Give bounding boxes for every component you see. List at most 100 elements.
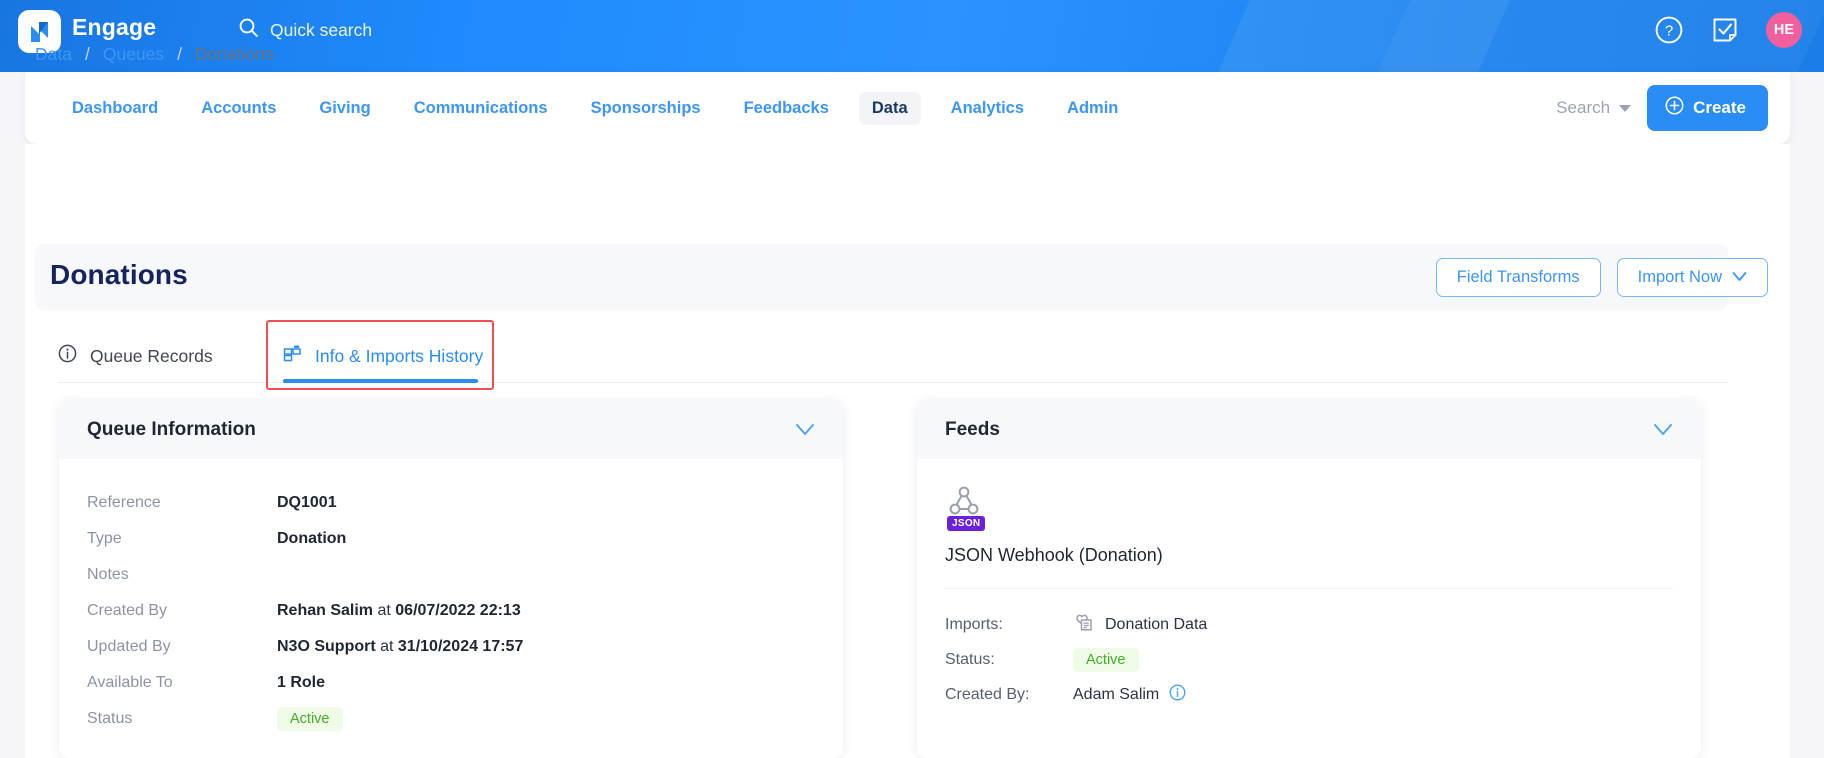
row-key: Available To (87, 674, 173, 691)
avatar[interactable]: HE (1766, 12, 1802, 48)
row-actor: N3O Support (277, 638, 376, 655)
row-actor: Rehan Salim (277, 602, 374, 619)
field-transforms-label: Field Transforms (1456, 268, 1580, 286)
tab-info-imports-history-label: Info & Imports History (315, 345, 484, 366)
queue-information-list: Reference DQ1001 Type Donation Notes Cre… (59, 459, 843, 737)
feed-name[interactable]: JSON Webhook (Donation) (945, 545, 1673, 566)
nav-right-group: Search Create (1556, 72, 1768, 144)
row-value: DQ1001 (277, 494, 337, 511)
quick-search-label: Quick search (270, 19, 373, 40)
layout-grid-icon (283, 344, 302, 368)
active-tab-underline (283, 379, 478, 383)
nav-links: Dashboard Accounts Giving Communications… (59, 72, 1148, 144)
status-badge: Active (277, 707, 343, 731)
feeds-title: Feeds (945, 418, 1000, 440)
tab-info-imports-history[interactable]: Info & Imports History (283, 330, 483, 382)
plus-circle-icon (1665, 96, 1684, 120)
tab-queue-records[interactable]: Queue Records (58, 330, 213, 382)
row-timestamp: 31/10/2024 17:57 (397, 638, 524, 655)
imports-value: Donation Data (1105, 615, 1208, 633)
queue-information-header: Queue Information (59, 400, 843, 459)
row-value: Donation Data (1073, 611, 1207, 638)
queue-info-row-notes: Notes (59, 557, 843, 593)
row-value: N3O Support at 31/10/2024 17:57 (277, 638, 523, 656)
tab-queue-records-label: Queue Records (90, 345, 213, 366)
nav-item-analytics[interactable]: Analytics (938, 92, 1037, 125)
create-button-label: Create (1693, 98, 1746, 117)
feeds-header: Feeds (917, 400, 1701, 459)
queue-info-row-status: Status Active (59, 701, 843, 737)
field-transforms-button[interactable]: Field Transforms (1435, 258, 1601, 297)
queue-information-card: Queue Information Reference DQ1001 Type … (59, 400, 843, 758)
row-key: Reference (87, 494, 161, 511)
nav-item-accounts[interactable]: Accounts (188, 92, 289, 125)
row-key: Updated By (87, 638, 171, 655)
feed-detail-list: Imports: Donation Data Status: Active Cr… (945, 589, 1673, 712)
help-circle-icon[interactable]: ? (1654, 15, 1684, 45)
row-key: Created By: (945, 685, 1030, 703)
row-key: Notes (87, 566, 129, 583)
feed-row-created-by: Created By: Adam Salim (945, 677, 1673, 712)
queue-info-row-updated-by: Updated By N3O Support at 31/10/2024 17:… (59, 629, 843, 665)
nav-item-data[interactable]: Data (858, 91, 921, 125)
row-value: Adam Salim (1073, 683, 1186, 706)
queue-info-row-type: Type Donation (59, 521, 843, 557)
row-key: Imports: (945, 615, 1003, 633)
info-circle-icon (58, 344, 77, 368)
page-action-group: Field Transforms Import Now (1435, 258, 1768, 297)
info-circle-icon[interactable] (1169, 683, 1186, 706)
row-connector: at (373, 602, 396, 619)
main-nav-bar: Dashboard Accounts Giving Communications… (25, 72, 1790, 144)
row-key: Status (87, 710, 133, 727)
nav-item-sponsorships[interactable]: Sponsorships (578, 92, 714, 125)
status-badge: Active (1073, 647, 1139, 672)
breadcrumb-separator: / (177, 44, 183, 64)
feeds-body: JSON JSON Webhook (Donation) Imports: Do… (917, 459, 1701, 712)
nav-item-dashboard[interactable]: Dashboard (59, 92, 171, 125)
breadcrumb-item-queues[interactable]: Queues (103, 44, 164, 65)
feeds-card: Feeds JSON JSON Webhook (Donation) Impor… (917, 400, 1701, 758)
breadcrumb-separator: / (84, 44, 90, 64)
content-tabs: Queue Records Info & Imports History (35, 320, 1728, 390)
search-icon (238, 17, 259, 43)
queue-info-row-reference: Reference DQ1001 (59, 485, 843, 521)
nav-search-dropdown[interactable]: Search (1556, 98, 1632, 118)
chevron-down-icon (1619, 104, 1632, 112)
created-by-value: Adam Salim (1073, 685, 1160, 703)
breadcrumb-item-donations: Donations (195, 44, 274, 64)
nav-item-feedbacks[interactable]: Feedbacks (731, 92, 842, 125)
nav-item-giving[interactable]: Giving (306, 92, 383, 125)
row-key: Status: (945, 650, 995, 668)
donation-data-icon (1073, 611, 1095, 638)
json-badge: JSON (947, 516, 986, 531)
nav-search-label: Search (1556, 98, 1611, 117)
breadcrumb: Data / Queues / Donations (35, 44, 274, 65)
brand-name: Engage (72, 14, 157, 40)
row-value: Rehan Salim at 06/07/2022 22:13 (277, 602, 521, 620)
chevron-down-icon[interactable] (795, 423, 815, 436)
queue-info-row-available-to: Available To 1 Role (59, 665, 843, 701)
quick-search[interactable]: Quick search (238, 17, 372, 43)
row-connector: at (375, 638, 398, 655)
row-key: Type (87, 530, 122, 547)
import-now-label: Import Now (1637, 268, 1722, 286)
feed-row-imports: Imports: Donation Data (945, 607, 1673, 642)
nav-item-admin[interactable]: Admin (1054, 92, 1131, 125)
row-timestamp: 06/07/2022 22:13 (395, 602, 521, 619)
chevron-down-icon[interactable] (1653, 423, 1673, 436)
svg-text:?: ? (1665, 23, 1673, 40)
feed-row-status: Status: Active (945, 642, 1673, 677)
queue-info-row-created-by: Created By Rehan Salim at 06/07/2022 22:… (59, 593, 843, 629)
row-value: Donation (277, 530, 347, 547)
chevron-down-icon (1732, 268, 1747, 287)
task-note-icon[interactable] (1710, 15, 1740, 45)
import-now-button[interactable]: Import Now (1616, 258, 1768, 297)
queue-information-title: Queue Information (87, 418, 256, 440)
header-icon-group: ? HE (1654, 12, 1802, 48)
nav-item-communications[interactable]: Communications (401, 92, 561, 125)
breadcrumb-item-data[interactable]: Data (35, 44, 72, 65)
create-button[interactable]: Create (1647, 85, 1768, 131)
row-key: Created By (87, 602, 168, 619)
row-value: 1 Role (277, 674, 326, 691)
page-title: Donations (50, 259, 188, 290)
